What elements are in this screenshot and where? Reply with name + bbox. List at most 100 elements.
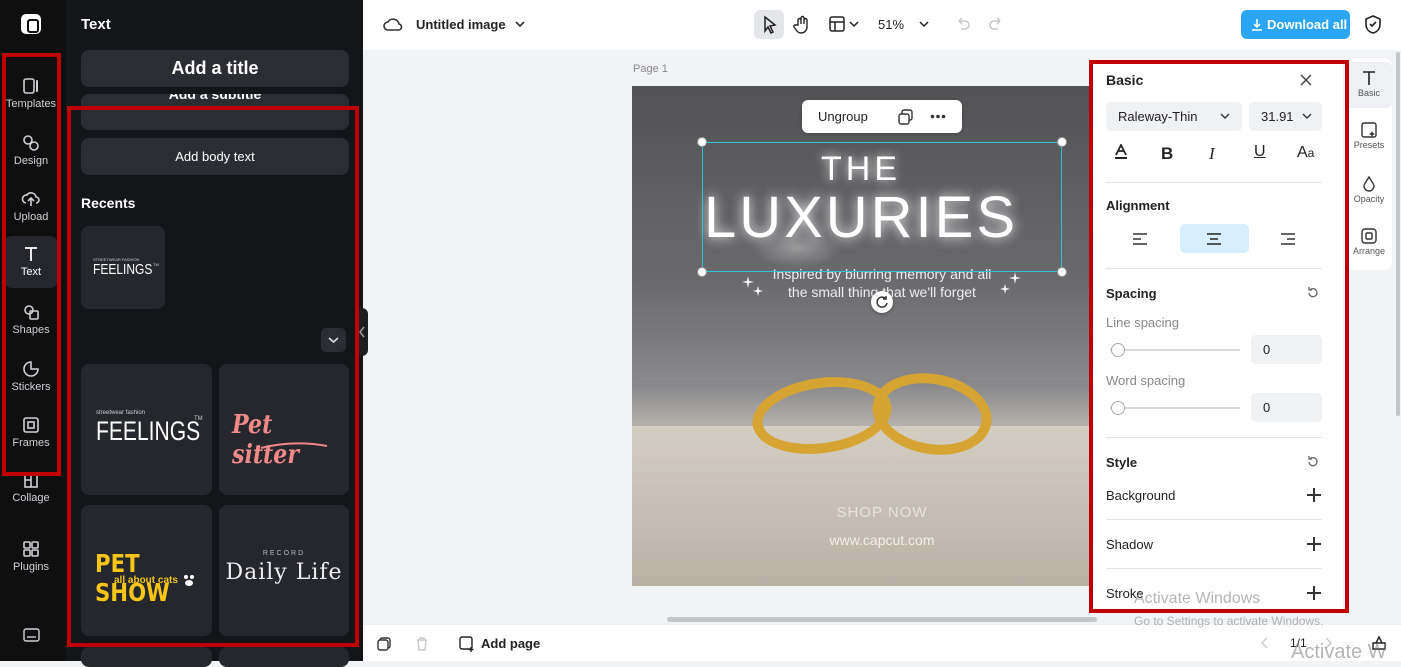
text-case-icon[interactable]: Aa — [1297, 144, 1314, 162]
collapse-panel-handle[interactable] — [356, 308, 368, 356]
file-name[interactable]: Untitled image — [416, 17, 506, 32]
duplicate-icon[interactable] — [898, 109, 914, 125]
reset-icon[interactable] — [1306, 286, 1320, 300]
chevron-down-icon — [1302, 113, 1312, 119]
italic-icon[interactable]: I — [1209, 144, 1215, 164]
font-family-select[interactable]: Raleway-Thin — [1106, 102, 1242, 131]
rail-item-collage[interactable]: Collage — [4, 464, 58, 516]
rail-item-frames[interactable]: Frames — [4, 407, 58, 459]
add-body-text-button[interactable]: Add body text — [81, 138, 349, 175]
rail-item-plugins[interactable]: Plugins — [4, 533, 58, 585]
chevron-down-icon[interactable] — [919, 20, 929, 28]
rail-tab-label: Opacity — [1353, 194, 1385, 204]
word-spacing-slider-track[interactable] — [1110, 407, 1240, 409]
text-template-pet-show[interactable]: PET SHOW all about cats — [81, 505, 212, 636]
shadow-label[interactable]: Shadow — [1106, 537, 1153, 552]
bold-icon[interactable]: B — [1161, 144, 1173, 164]
align-right-icon[interactable] — [1281, 233, 1295, 245]
add-title-button[interactable]: Add a title — [81, 50, 349, 87]
add-shadow-icon[interactable] — [1307, 537, 1321, 551]
background-label[interactable]: Background — [1106, 488, 1175, 503]
underline-icon[interactable]: U — [1254, 143, 1266, 161]
reset-icon[interactable] — [1306, 455, 1320, 469]
word-spacing-slider-thumb[interactable] — [1111, 401, 1125, 415]
tile-big-text: Daily Life — [225, 560, 343, 585]
chevron-down-icon[interactable] — [514, 19, 526, 29]
cloud-sync-icon[interactable] — [383, 16, 403, 33]
website-text[interactable]: www.capcut.com — [632, 532, 1090, 548]
shield-icon[interactable] — [1364, 15, 1382, 34]
line-spacing-slider-thumb[interactable] — [1111, 343, 1125, 357]
rail-item-stickers[interactable]: Stickers — [4, 351, 58, 403]
select-tool-button[interactable] — [754, 10, 784, 39]
previous-page-icon[interactable] — [1260, 637, 1270, 649]
align-left-icon[interactable] — [1133, 233, 1147, 245]
line-spacing-label: Line spacing — [1106, 315, 1179, 330]
chevron-down-icon — [1220, 113, 1230, 119]
page-label: Page 1 — [633, 63, 668, 75]
rail-item-design[interactable]: Design — [4, 125, 58, 177]
line-spacing-input[interactable]: 0 — [1251, 335, 1322, 364]
design-icon — [23, 135, 39, 151]
plugins-icon — [23, 541, 39, 557]
close-icon[interactable] — [1299, 73, 1313, 87]
chevron-down-icon[interactable] — [849, 20, 859, 28]
resize-handle[interactable] — [697, 267, 707, 277]
presets-icon — [1361, 122, 1377, 138]
properties-panel: Basic Raleway-Thin 31.91 B I U Aa Alignm… — [1093, 62, 1343, 611]
layout-icon[interactable] — [829, 16, 845, 32]
rail-item-upload[interactable]: Upload — [4, 181, 58, 233]
add-stroke-icon[interactable] — [1307, 586, 1321, 600]
add-background-icon[interactable] — [1307, 488, 1321, 502]
rail-tab-opacity[interactable]: Opacity — [1346, 170, 1392, 204]
selection-box[interactable] — [702, 142, 1062, 272]
text-color-icon[interactable] — [1113, 144, 1129, 160]
text-template-daily-life[interactable]: RECORD Daily Life — [219, 505, 349, 636]
resize-handle[interactable] — [697, 137, 707, 147]
hand-icon[interactable] — [792, 15, 812, 35]
word-spacing-label: Word spacing — [1106, 373, 1186, 388]
redo-icon[interactable] — [988, 16, 1004, 32]
line-spacing-slider-track[interactable] — [1110, 349, 1240, 351]
keyboard-icon[interactable] — [23, 628, 40, 642]
text-template-pet-sitter[interactable]: Pet sitter — [219, 364, 349, 495]
rotate-handle[interactable] — [871, 291, 893, 313]
resize-handle[interactable] — [1057, 137, 1067, 147]
horizontal-scrollbar[interactable] — [667, 617, 1097, 622]
text-template-partial[interactable] — [219, 647, 349, 667]
tagline-line-2[interactable]: the small thing that we'll forget — [632, 284, 1090, 300]
layers-icon[interactable] — [377, 637, 391, 651]
text-template-feelings[interactable]: streetwear fashion FEELINGS TM — [81, 364, 212, 495]
shop-now-text[interactable]: SHOP NOW — [632, 504, 1090, 521]
zoom-level[interactable]: 51% — [878, 17, 904, 32]
expand-recents-button[interactable] — [321, 328, 346, 352]
ungroup-button[interactable]: Ungroup — [818, 109, 868, 124]
add-page-icon[interactable] — [459, 636, 475, 652]
rail-item-text[interactable]: Text — [4, 236, 58, 288]
sparkle-icon — [1000, 272, 1021, 294]
delete-icon[interactable] — [415, 636, 429, 651]
undo-icon[interactable] — [955, 16, 971, 32]
spacing-label: Spacing — [1106, 286, 1157, 301]
text-template-partial[interactable] — [81, 647, 212, 667]
add-subtitle-button[interactable]: Add a subtitle — [81, 94, 349, 130]
style-label: Style — [1106, 455, 1138, 470]
rail-tab-presets[interactable]: Presets — [1346, 116, 1392, 150]
add-page-button[interactable]: Add page — [481, 636, 540, 651]
rail-tab-arrange[interactable]: Arrange — [1346, 222, 1392, 256]
word-spacing-input[interactable]: 0 — [1251, 393, 1322, 422]
rail-tab-basic[interactable]: Basic — [1346, 62, 1392, 108]
recent-text-template[interactable]: STREETWEAR FASHION FEELINGS TM — [81, 226, 165, 309]
download-all-button[interactable]: Download all — [1241, 10, 1350, 39]
capcut-logo-icon[interactable] — [21, 14, 41, 34]
font-size-select[interactable]: 31.91 — [1249, 102, 1322, 131]
tile-big-text: FEELINGS — [93, 261, 153, 278]
align-center-button[interactable] — [1180, 224, 1249, 253]
resize-handle[interactable] — [1057, 267, 1067, 277]
rail-item-templates[interactable]: Templates — [4, 68, 58, 120]
vertical-scrollbar[interactable] — [1396, 52, 1400, 416]
font-family-value: Raleway-Thin — [1118, 109, 1198, 124]
floating-toolbar: Ungroup — [802, 100, 962, 133]
rail-item-shapes[interactable]: Shapes — [4, 294, 58, 346]
more-options-icon[interactable] — [930, 114, 946, 119]
